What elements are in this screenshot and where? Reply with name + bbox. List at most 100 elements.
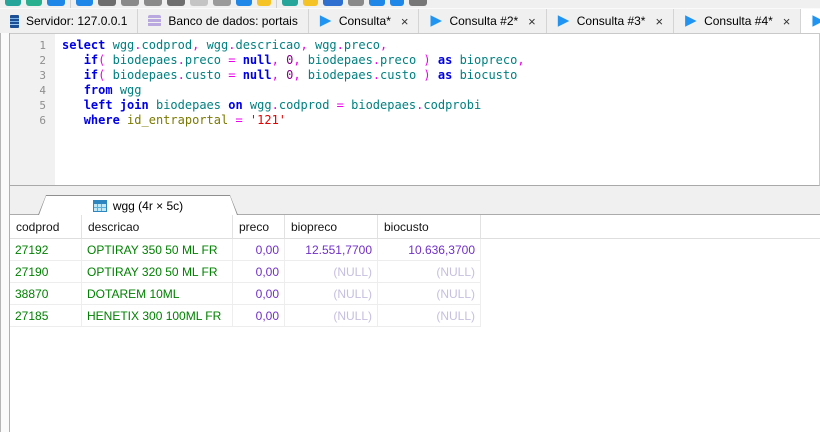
code-line[interactable]: from wgg: [62, 83, 819, 98]
cell-biocusto[interactable]: (NULL): [378, 283, 481, 305]
editor-results-splitter[interactable]: wgg (4r × 5c): [10, 186, 820, 215]
session-manager-icon[interactable]: [5, 0, 21, 6]
cell-biocusto[interactable]: 10.636,3700: [378, 239, 481, 261]
server-icon: [10, 15, 19, 28]
query-play-icon: [557, 15, 570, 28]
column-header-biopreco[interactable]: biopreco: [285, 215, 378, 239]
column-header-preco[interactable]: preco: [233, 215, 285, 239]
column-header-biocusto[interactable]: biocusto: [378, 215, 481, 239]
cell-biocusto[interactable]: (NULL): [378, 305, 481, 327]
cell-descricao[interactable]: OPTIRAY 350 50 ML FR: [82, 239, 233, 261]
cell-preco[interactable]: 0,00: [233, 239, 285, 261]
sql-editor[interactable]: 123456 select wgg.codprod, wgg.descricao…: [10, 33, 820, 186]
open-file-icon[interactable]: [98, 0, 116, 6]
cell-preco[interactable]: 0,00: [233, 261, 285, 283]
cell-biopreco[interactable]: 12.551,7700: [285, 239, 378, 261]
table-tools-icon[interactable]: [282, 0, 298, 6]
close-tab-icon[interactable]: ×: [525, 15, 536, 28]
indent-icon[interactable]: [348, 0, 364, 6]
export-icon[interactable]: [257, 0, 271, 6]
result-tab[interactable]: wgg (4r × 5c): [38, 195, 238, 215]
cell-biopreco[interactable]: (NULL): [285, 261, 378, 283]
cell-preco[interactable]: 0,00: [233, 305, 285, 327]
printer-icon[interactable]: [409, 0, 427, 6]
line-number: 4: [10, 83, 46, 98]
code-line[interactable]: where id_entraportal = '121': [62, 113, 819, 128]
query-tab-label: Consulta #3*: [577, 14, 646, 28]
grid-body: 27192OPTIRAY 350 50 ML FR0,0012.551,7700…: [10, 239, 820, 327]
code-line[interactable]: if( biodepaes.preco = null, 0, biodepaes…: [62, 53, 819, 68]
query-play-icon: [811, 15, 820, 28]
result-tab-label: wgg (4r × 5c): [113, 199, 183, 213]
query-tab-4[interactable]: Consulta #4*×: [674, 9, 801, 33]
query-tab-3[interactable]: Consulta #3* ×: [547, 9, 674, 33]
result-grid-icon: [93, 200, 107, 212]
table-row[interactable]: 27185HENETIX 300 100ML FR0,00(NULL)(NULL…: [10, 305, 820, 327]
line-number: 5: [10, 98, 46, 113]
highlight-icon[interactable]: [303, 0, 318, 6]
result-tab-inner: wgg (4r × 5c): [39, 196, 237, 215]
query-tab-label: Consulta #2*: [449, 14, 518, 28]
code-line[interactable]: left join biodepaes on wgg.codprod = bio…: [62, 98, 819, 113]
table-row[interactable]: 38870DOTAREM 10ML0,00(NULL)(NULL): [10, 283, 820, 305]
find-icon[interactable]: [213, 0, 231, 6]
tree-panel-splitter[interactable]: [0, 33, 10, 432]
database-icon: [148, 15, 161, 27]
reload-icon[interactable]: [76, 0, 93, 6]
save-icon[interactable]: [121, 0, 139, 6]
close-tab-icon[interactable]: ×: [398, 15, 409, 28]
binary-icon[interactable]: [323, 0, 343, 6]
user-manager-icon[interactable]: [47, 0, 65, 6]
line-number: 3: [10, 68, 46, 83]
new-connection-icon[interactable]: [26, 0, 42, 6]
run-icon[interactable]: [236, 0, 252, 6]
code-line[interactable]: select wgg.codprod, wgg.descricao, wgg.p…: [62, 38, 819, 53]
cell-codprod[interactable]: 38870: [10, 283, 82, 305]
query-tab-1[interactable]: Consulta* ×: [309, 9, 420, 33]
cell-descricao[interactable]: DOTAREM 10ML: [82, 283, 233, 305]
cell-descricao[interactable]: HENETIX 300 100ML FR: [82, 305, 233, 327]
cell-biocusto[interactable]: (NULL): [378, 261, 481, 283]
code-line[interactable]: if( biodepaes.custo = null, 0, biodepaes…: [62, 68, 819, 83]
line-number: 6: [10, 113, 46, 128]
editor-code[interactable]: select wgg.codprod, wgg.descricao, wgg.p…: [55, 34, 819, 185]
query-tab-2[interactable]: Consulta #2* ×: [419, 9, 546, 33]
toolbar-separator: [70, 0, 71, 8]
heidisql-window: Servidor: 127.0.0.1 Banco de dados: port…: [0, 0, 820, 432]
line-number: 1: [10, 38, 46, 53]
cell-descricao[interactable]: OPTIRAY 320 50 ML FR: [82, 261, 233, 283]
cell-biopreco[interactable]: (NULL): [285, 305, 378, 327]
query-tab-label: Consulta*: [339, 14, 391, 28]
redo-icon[interactable]: [167, 0, 185, 6]
column-header-descricao[interactable]: descricao: [82, 215, 233, 239]
database-tab[interactable]: Banco de dados: portais: [138, 9, 308, 33]
editor-gutter: 123456: [10, 34, 55, 185]
run-selection-icon[interactable]: [369, 0, 385, 6]
table-row[interactable]: 27190OPTIRAY 320 50 ML FR0,00(NULL)(NULL…: [10, 261, 820, 283]
undo-icon[interactable]: [144, 0, 162, 6]
table-row[interactable]: 27192OPTIRAY 350 50 ML FR0,0012.551,7700…: [10, 239, 820, 261]
cell-codprod[interactable]: 27185: [10, 305, 82, 327]
cell-codprod[interactable]: 27190: [10, 261, 82, 283]
toolbar-sliver: [0, 0, 820, 9]
query-play-icon: [429, 15, 442, 28]
main-tab-bar: Servidor: 127.0.0.1 Banco de dados: port…: [0, 9, 820, 33]
close-tab-icon[interactable]: ×: [652, 15, 663, 28]
query-play-icon: [319, 15, 332, 28]
close-tab-icon[interactable]: ×: [780, 15, 791, 28]
cell-codprod[interactable]: 27192: [10, 239, 82, 261]
result-grid: codproddescricaoprecobioprecobiocusto 27…: [10, 215, 820, 432]
query-tab-5[interactable]: Consulta: [801, 9, 820, 33]
server-tab[interactable]: Servidor: 127.0.0.1: [0, 9, 138, 33]
query-page: 123456 select wgg.codprod, wgg.descricao…: [10, 33, 820, 432]
cell-biopreco[interactable]: (NULL): [285, 283, 378, 305]
stop-icon[interactable]: [190, 0, 208, 6]
database-tab-label: Banco de dados: portais: [168, 14, 297, 28]
server-tab-label: Servidor: 127.0.0.1: [26, 14, 127, 28]
help-icon[interactable]: [390, 0, 404, 6]
column-header-codprod[interactable]: codprod: [10, 215, 82, 239]
cell-preco[interactable]: 0,00: [233, 283, 285, 305]
line-number: 2: [10, 53, 46, 68]
query-play-icon: [684, 15, 697, 28]
main-area: 123456 select wgg.codprod, wgg.descricao…: [0, 33, 820, 432]
